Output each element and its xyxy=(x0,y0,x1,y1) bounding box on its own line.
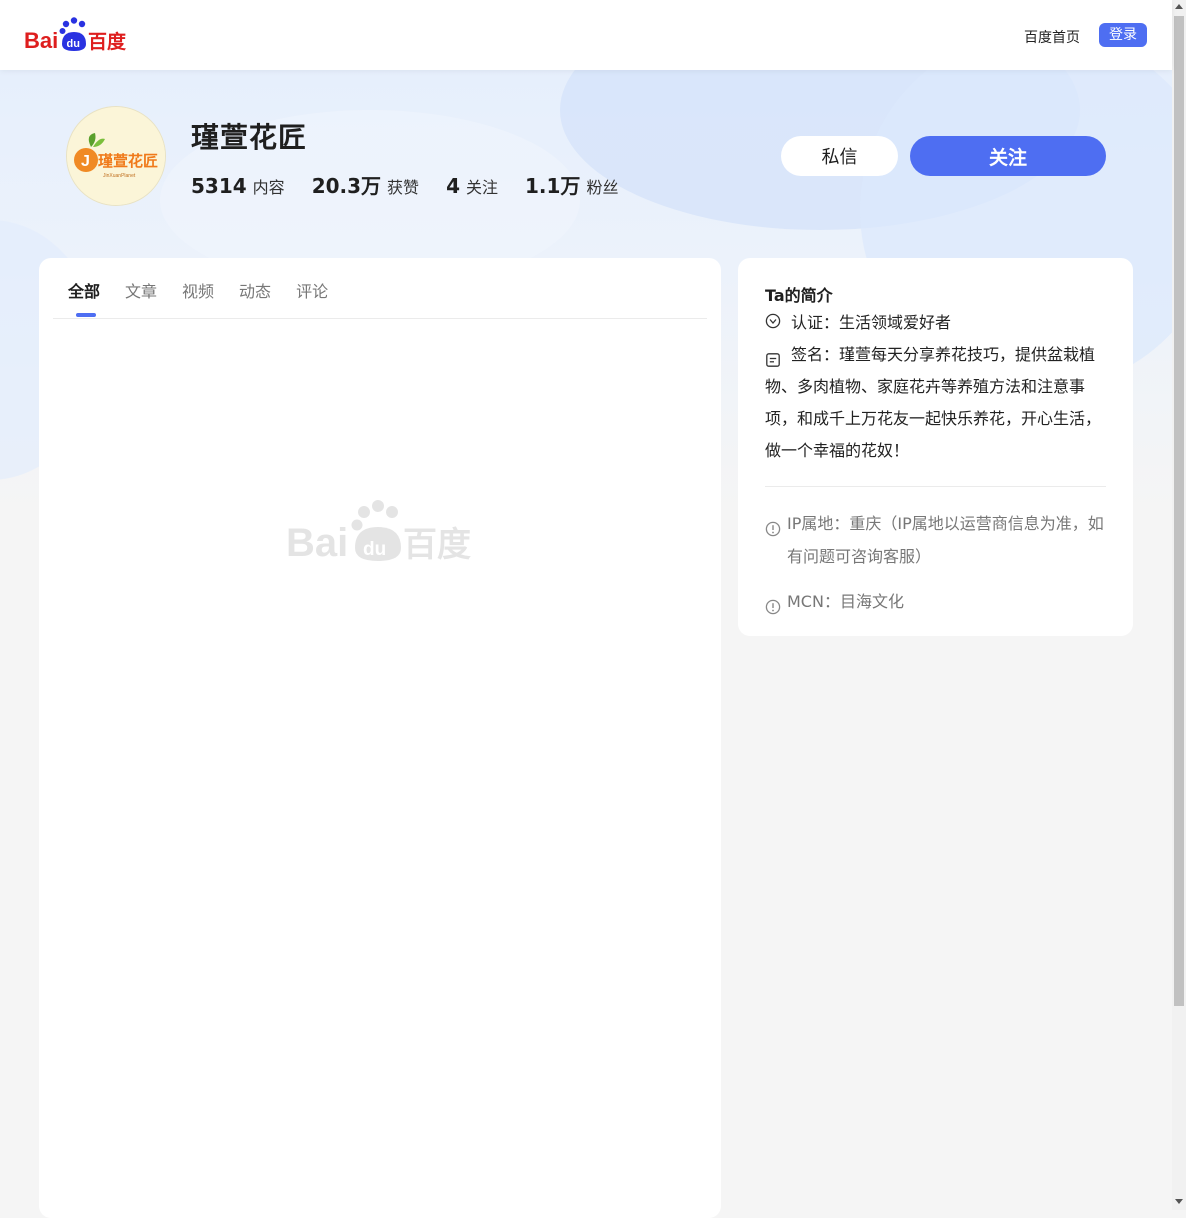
svg-text:JinXuanPlanet: JinXuanPlanet xyxy=(103,173,136,179)
stat-likes: 20.3万 获赞 xyxy=(312,170,419,199)
info-circle-icon xyxy=(765,515,781,548)
stat-number: 4 xyxy=(446,174,460,198)
svg-text:百度: 百度 xyxy=(403,525,471,565)
stat-label: 粉丝 xyxy=(586,178,619,197)
check-circle-icon xyxy=(765,308,781,340)
signature-row: 签名：瑾萱每天分享养花技巧，提供盆栽植物、多肉植物、家庭花卉等养殖方法和注意事项… xyxy=(765,339,1105,467)
profile-stats: 5314 内容 20.3万 获赞 4 关注 1.1万 粉丝 xyxy=(191,170,645,199)
login-button[interactable]: 登录 xyxy=(1099,23,1147,47)
stat-label: 内容 xyxy=(252,178,285,197)
stat-label: 获赞 xyxy=(387,178,420,197)
mcn-row: MCN：目海文化 xyxy=(765,585,1107,618)
top-navbar: Bai du 百度 百度首页 登录 xyxy=(0,0,1172,70)
scrollbar-thumb[interactable] xyxy=(1174,16,1184,1006)
svg-text:du: du xyxy=(67,38,80,50)
note-icon xyxy=(765,347,781,379)
mcn-text: MCN：目海文化 xyxy=(787,592,904,611)
avatar-logo-image: J 瑾萱花匠 JinXuanPlanet xyxy=(67,107,165,205)
stat-number: 1.1万 xyxy=(525,174,581,198)
svg-text:du: du xyxy=(363,539,386,560)
verification-row: 认证：生活领域爱好者 xyxy=(765,307,951,340)
verification-text: 认证：生活领域爱好者 xyxy=(791,313,952,332)
follow-button[interactable]: 关注 xyxy=(910,136,1106,176)
loading-placeholder-logo: Bai du 百度 xyxy=(286,500,471,565)
svg-text:Bai: Bai xyxy=(286,521,348,565)
tab-moments[interactable]: 动态 xyxy=(239,278,271,312)
baidu-logo[interactable]: Bai du 百度 xyxy=(24,16,128,54)
content-tabs: 全部 文章 视频 动态 评论 xyxy=(68,278,353,312)
svg-text:J: J xyxy=(81,153,90,170)
tab-videos[interactable]: 视频 xyxy=(182,278,214,312)
scroll-down-arrow-icon[interactable] xyxy=(1175,1199,1183,1204)
tab-all[interactable]: 全部 xyxy=(68,278,100,312)
stat-fans[interactable]: 1.1万 粉丝 xyxy=(525,170,618,199)
intro-card: Ta的简介 认证：生活领域爱好者 签名：瑾萱每天分享养花技巧，提供盆栽植物、多肉… xyxy=(738,258,1133,636)
page-scrollbar[interactable] xyxy=(1172,0,1186,1210)
stat-number: 5314 xyxy=(191,174,247,198)
intro-divider xyxy=(765,486,1106,487)
stat-label: 关注 xyxy=(465,178,498,197)
baidu-home-link[interactable]: 百度首页 xyxy=(1024,27,1080,47)
stat-following[interactable]: 4 关注 xyxy=(446,174,498,198)
info-circle-icon xyxy=(765,593,781,626)
stat-number: 20.3万 xyxy=(311,174,382,198)
signature-text: 签名：瑾萱每天分享养花技巧，提供盆栽植物、多肉植物、家庭花卉等养殖方法和注意事项… xyxy=(765,345,1102,460)
ip-location-row: IP属地：重庆（IP属地以运营商信息为准，如有问题可咨询客服） xyxy=(765,507,1107,573)
svg-text:瑾萱花匠: 瑾萱花匠 xyxy=(98,152,158,170)
active-tab-indicator xyxy=(76,313,96,317)
scroll-up-arrow-icon[interactable] xyxy=(1175,4,1183,9)
profile-name: 瑾萱花匠 xyxy=(191,121,308,154)
intro-title: Ta的简介 xyxy=(765,286,833,305)
tab-articles[interactable]: 文章 xyxy=(125,278,157,312)
tab-divider xyxy=(53,318,707,319)
svg-text:Bai: Bai xyxy=(24,28,58,53)
svg-text:百度: 百度 xyxy=(88,30,127,53)
private-message-button[interactable]: 私信 xyxy=(781,136,898,176)
tab-comments[interactable]: 评论 xyxy=(296,278,328,312)
avatar[interactable]: J 瑾萱花匠 JinXuanPlanet xyxy=(66,106,166,206)
ip-location-text: IP属地：重庆（IP属地以运营商信息为准，如有问题可咨询客服） xyxy=(787,514,1104,566)
stat-content[interactable]: 5314 内容 xyxy=(191,174,285,198)
content-feed-card: 全部 文章 视频 动态 评论 Bai du 百度 xyxy=(39,258,721,1218)
